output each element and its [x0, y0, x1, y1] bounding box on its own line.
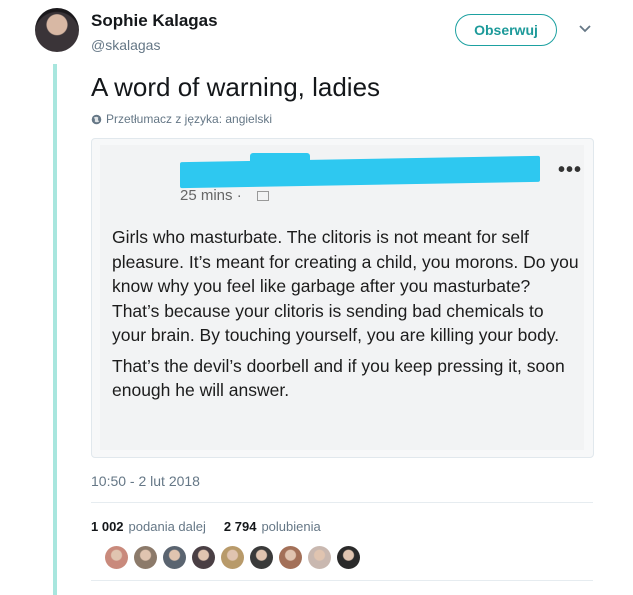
translate-link[interactable]: Przetłumacz z języka: angielski [91, 112, 272, 126]
globe-icon [91, 114, 102, 124]
liker-avatar[interactable] [221, 546, 244, 569]
author-name[interactable]: Sophie Kalagas [91, 11, 218, 31]
post-paragraph: Girls who masturbate. The clitoris is no… [112, 227, 579, 345]
thread-line [53, 64, 57, 595]
retweets-count[interactable]: 1 002 [91, 519, 124, 534]
liker-avatar[interactable] [250, 546, 273, 569]
embedded-image[interactable]: ••• 25 mins · Girls who masturbate. The … [91, 138, 594, 458]
divider [91, 502, 593, 503]
translate-label[interactable]: Przetłumacz z języka: angielski [106, 112, 272, 126]
tweet-timestamp[interactable]: 10:50 - 2 lut 2018 [91, 473, 200, 489]
likes-count[interactable]: 2 794 [224, 519, 257, 534]
likes-label[interactable]: polubienia [261, 519, 320, 534]
audience-icon [257, 191, 269, 201]
redaction-bar [180, 155, 540, 189]
chevron-down-icon[interactable] [578, 22, 592, 36]
liker-avatar[interactable] [279, 546, 302, 569]
liker-avatar[interactable] [192, 546, 215, 569]
more-options-icon: ••• [558, 159, 583, 181]
author-avatar[interactable] [35, 8, 79, 52]
screenshot-post: ••• 25 mins · Girls who masturbate. The … [100, 145, 584, 450]
liker-avatars [105, 546, 360, 569]
post-paragraph: That’s the devil’s doorbell and if you k… [112, 355, 565, 401]
divider [91, 580, 593, 581]
liker-avatar[interactable] [163, 546, 186, 569]
liker-avatar[interactable] [105, 546, 128, 569]
post-body: Girls who masturbate. The clitoris is no… [112, 225, 582, 409]
liker-avatar[interactable] [337, 546, 360, 569]
post-time-ago: 25 mins · [180, 187, 242, 204]
engagement-stats: 1 002 podania dalej 2 794 polubienia [91, 519, 321, 534]
liker-avatar[interactable] [308, 546, 331, 569]
author-handle[interactable]: @skalagas [91, 37, 160, 53]
retweets-label[interactable]: podania dalej [129, 519, 206, 534]
follow-button[interactable]: Obserwuj [455, 14, 557, 46]
tweet-text: A word of warning, ladies [91, 72, 381, 102]
liker-avatar[interactable] [134, 546, 157, 569]
